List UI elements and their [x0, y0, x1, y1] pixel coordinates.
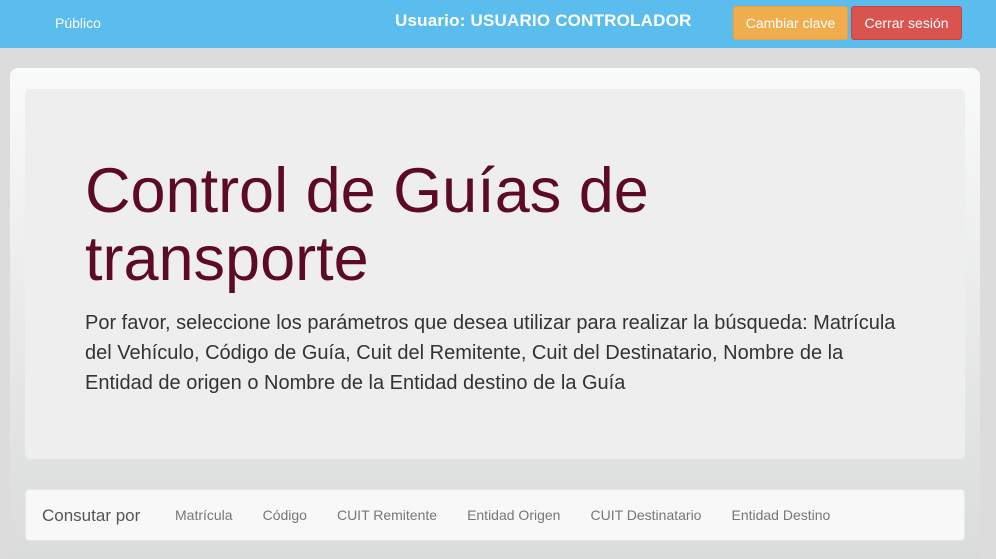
instructions-text: Por favor, seleccione los parámetros que… — [85, 312, 896, 394]
search-by-origin-entity[interactable]: Entidad Origen — [452, 490, 575, 540]
search-by-code[interactable]: Código — [248, 490, 322, 540]
logout-button[interactable]: Cerrar sesión — [851, 6, 962, 40]
top-navbar: Público Usuario: USUARIO CONTROLADOR Cam… — [0, 0, 996, 48]
search-by-plate[interactable]: Matrícula — [160, 490, 248, 540]
user-label: Usuario: USUARIO CONTROLADOR — [395, 11, 692, 30]
page-title: Control de Guías de transporte — [85, 156, 649, 294]
search-options-navbar: Consutar por Matrícula Código CUIT Remit… — [25, 489, 965, 541]
search-by-label: Consutar por — [42, 506, 141, 525]
search-by-sender-cuit[interactable]: CUIT Remitente — [322, 490, 452, 540]
search-options-list: Matrícula Código CUIT Remitente Entidad … — [160, 490, 845, 540]
change-password-button[interactable]: Cambiar clave — [733, 6, 848, 40]
search-by-destination-entity[interactable]: Entidad Destino — [716, 490, 845, 540]
public-link[interactable]: Público — [55, 15, 101, 31]
search-by-recipient-cuit[interactable]: CUIT Destinatario — [575, 490, 716, 540]
